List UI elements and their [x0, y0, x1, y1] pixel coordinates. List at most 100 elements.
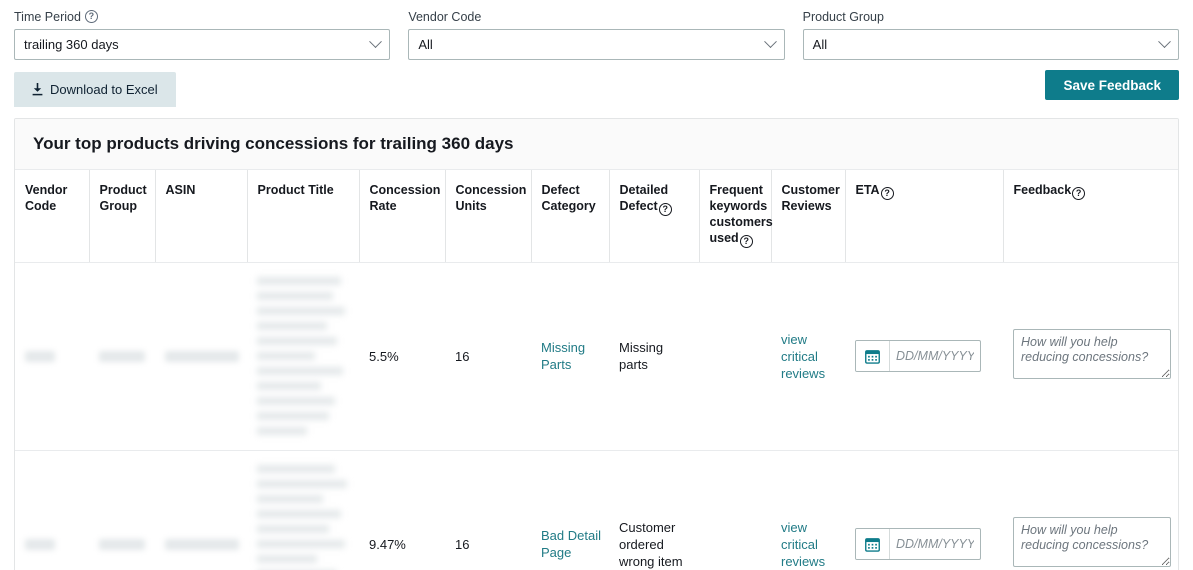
cell-frequent-keywords [699, 262, 771, 451]
col-header-concession-units[interactable]: Concession Units [444, 170, 531, 263]
help-icon[interactable]: ? [658, 202, 672, 216]
help-icon[interactable]: ? [84, 10, 98, 23]
redacted-value [25, 538, 55, 550]
col-header-vendor-code-label: Vendor Code [25, 183, 68, 214]
view-critical-reviews-link[interactable]: view critical reviews [781, 332, 825, 381]
table-body: 5.5% 16 Missing Parts Missing parts view… [15, 262, 1178, 570]
redacted-product-title [257, 464, 351, 570]
cell-product-group [89, 262, 155, 451]
cell-customer-reviews: view critical reviews [771, 262, 845, 451]
feedback-textarea[interactable] [1013, 517, 1171, 568]
help-icon[interactable]: ? [1072, 186, 1086, 200]
product-group-select[interactable]: All [802, 29, 1179, 60]
filter-vendor-code: Vendor Code All [408, 8, 785, 60]
col-header-defect-category-label: Defect Category [541, 183, 596, 214]
eta-date-picker[interactable] [855, 528, 981, 561]
cell-product-title [247, 450, 359, 570]
cell-detailed-defect: Missing parts [609, 262, 699, 451]
chevron-down-icon [369, 35, 383, 49]
col-header-customer-reviews[interactable]: Customer Reviews [770, 170, 845, 263]
filter-time-period: Time Period ? trailing 360 days [14, 8, 391, 60]
concessions-table: Vendor Code Product Group ASIN Product T… [15, 170, 1178, 570]
col-header-product-title-label: Product Title [257, 183, 334, 198]
cell-concession-units: 16 [445, 450, 531, 570]
cell-feedback [1003, 262, 1178, 451]
col-header-eta[interactable]: ETA? [844, 170, 1003, 263]
feedback-textarea[interactable] [1013, 329, 1171, 380]
cell-frequent-keywords [699, 450, 771, 570]
cell-concession-units: 16 [445, 262, 531, 451]
filter-bar: Time Period ? trailing 360 days Vendor C… [0, 0, 1193, 60]
col-header-product-group-label: Product Group [99, 183, 147, 214]
action-row: Download to Excel Save Feedback [0, 70, 1193, 118]
col-header-frequent-keywords[interactable]: Frequent keywords customers used? [698, 170, 773, 263]
calendar-icon[interactable] [856, 341, 890, 372]
eta-date-picker[interactable] [855, 340, 981, 373]
time-period-select[interactable]: trailing 360 days [14, 29, 391, 60]
page-title: Your top products driving concessions fo… [33, 134, 514, 153]
table-header: Vendor Code Product Group ASIN Product T… [15, 170, 1178, 263]
help-icon[interactable]: ? [880, 186, 894, 200]
redacted-value [99, 538, 145, 550]
vendor-code-select[interactable]: All [408, 29, 785, 60]
defect-category-link[interactable]: Bad Detail Page [541, 528, 601, 560]
cell-feedback [1003, 450, 1178, 570]
col-header-asin[interactable]: ASIN [154, 170, 247, 263]
filter-product-group-label: Product Group [803, 8, 1179, 25]
eta-date-input[interactable] [890, 529, 980, 560]
concessions-card: Your top products driving concessions fo… [14, 118, 1179, 570]
defect-category-link[interactable]: Missing Parts [541, 340, 585, 372]
table-row: 9.47% 16 Bad Detail Page Customer ordere… [15, 450, 1178, 570]
cell-product-title [247, 262, 359, 451]
cell-vendor-code [15, 450, 89, 570]
col-header-product-group[interactable]: Product Group [88, 170, 155, 263]
col-header-customer-reviews-label: Customer Reviews [781, 183, 840, 214]
cell-detailed-defect: Customer ordered wrong item [609, 450, 699, 570]
col-header-concession-rate-label: Concession Rate [369, 183, 441, 214]
cell-defect-category: Bad Detail Page [531, 450, 609, 570]
cell-eta [845, 450, 1003, 570]
download-to-excel-label: Download to Excel [50, 82, 158, 97]
col-header-defect-category[interactable]: Defect Category [530, 170, 609, 263]
cell-product-group [89, 450, 155, 570]
col-header-concession-rate[interactable]: Concession Rate [358, 170, 445, 263]
filter-product-group: Product Group All [802, 8, 1179, 60]
redacted-value [99, 350, 145, 362]
filter-vendor-code-label-text: Vendor Code [408, 9, 482, 24]
cell-concession-rate: 9.47% [359, 450, 445, 570]
cell-eta [845, 262, 1003, 451]
redacted-value [165, 350, 239, 362]
cell-customer-reviews: view critical reviews [771, 450, 845, 570]
view-critical-reviews-link[interactable]: view critical reviews [781, 520, 825, 569]
download-to-excel-button[interactable]: Download to Excel [14, 72, 176, 107]
chevron-down-icon [1158, 35, 1171, 49]
col-header-feedback-label: Feedback [1013, 183, 1072, 198]
col-header-asin-label: ASIN [165, 183, 196, 198]
col-header-concession-units-label: Concession Units [455, 183, 527, 214]
chevron-down-icon [763, 35, 777, 49]
filter-vendor-code-label: Vendor Code [408, 8, 784, 25]
cell-asin [155, 450, 247, 570]
help-icon[interactable]: ? [739, 234, 753, 248]
save-feedback-button[interactable]: Save Feedback [1045, 70, 1179, 100]
redacted-product-title [257, 276, 351, 435]
vendor-code-select-value: All [418, 37, 433, 52]
time-period-select-value: trailing 360 days [24, 37, 119, 52]
col-header-eta-label: ETA [855, 183, 880, 198]
eta-date-input[interactable] [890, 341, 980, 372]
redacted-value [165, 538, 239, 550]
col-header-product-title[interactable]: Product Title [246, 170, 359, 263]
product-group-select-value: All [812, 37, 828, 52]
filter-time-period-label: Time Period ? [14, 8, 390, 25]
calendar-icon[interactable] [856, 529, 890, 560]
col-header-feedback[interactable]: Feedback? [1002, 170, 1178, 263]
col-header-vendor-code[interactable]: Vendor Code [15, 170, 89, 263]
cell-concession-rate: 5.5% [359, 262, 445, 451]
table-header-row: Vendor Code Product Group ASIN Product T… [15, 170, 1178, 263]
redacted-value [25, 350, 55, 362]
col-header-detailed-defect[interactable]: Detailed Defect? [608, 170, 699, 263]
cell-vendor-code [15, 262, 89, 451]
download-icon [32, 83, 43, 96]
cell-defect-category: Missing Parts [531, 262, 609, 451]
table-row: 5.5% 16 Missing Parts Missing parts view… [15, 262, 1178, 451]
